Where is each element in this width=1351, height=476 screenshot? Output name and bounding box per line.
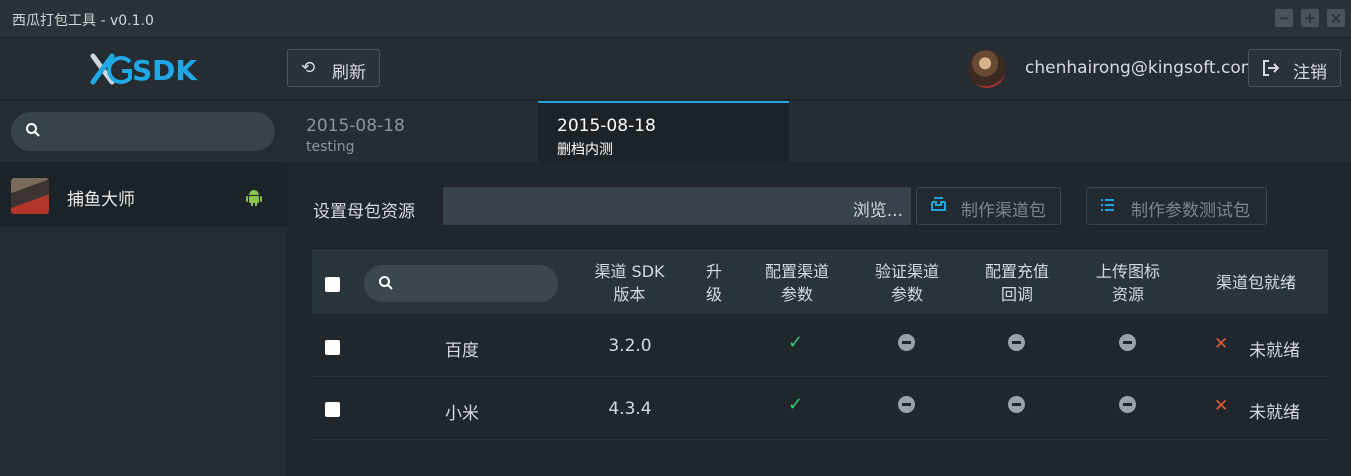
header-line: 级	[705, 285, 722, 304]
ready-status: 未就绪	[1249, 403, 1300, 423]
header-config-params: 配置渠道 参数	[752, 260, 842, 306]
make-param-test-package-button[interactable]: 制作参数测试包	[1086, 187, 1267, 225]
check-icon[interactable]: ✓	[788, 332, 803, 353]
sdk-version: 3.2.0	[608, 336, 652, 356]
list-icon	[1101, 197, 1115, 215]
header-line: 上传图标	[1095, 262, 1160, 281]
tab-subtitle: testing	[306, 139, 355, 155]
row-checkbox[interactable]	[325, 340, 340, 355]
header-line: 配置充值	[984, 262, 1049, 281]
x-icon: ✕	[1214, 334, 1229, 354]
ready-status: 未就绪	[1249, 341, 1300, 361]
browse-button[interactable]: 浏览...	[853, 196, 911, 221]
tab-subtitle: 删档内测	[557, 142, 613, 158]
search-icon	[379, 276, 393, 290]
tab-bar: 2015-08-18 testing 2015-08-18 删档内测	[287, 101, 1351, 162]
refresh-label: 刷新	[332, 63, 366, 83]
select-all-checkbox[interactable]	[325, 277, 340, 292]
set-source-label: 设置母包资源	[313, 202, 415, 222]
minus-circle-icon[interactable]	[1119, 334, 1136, 351]
main-panel: 设置母包资源 浏览... 制作渠道包 制作参数测试包 渠道 SDK 版本 升 级…	[287, 162, 1351, 476]
logout-button[interactable]: 注销	[1248, 49, 1341, 87]
sidebar: 捕鱼大师	[0, 101, 287, 476]
tab-delete-test[interactable]: 2015-08-18 删档内测	[538, 101, 789, 162]
channel-name: 百度	[445, 341, 479, 361]
header-line: 渠道 SDK	[594, 262, 665, 281]
close-icon[interactable]: ×	[1327, 9, 1345, 27]
tab-date: 2015-08-18	[306, 116, 405, 136]
header-line: 参数	[890, 285, 923, 304]
table-search-input[interactable]	[364, 265, 558, 302]
refresh-button[interactable]: ⟲ 刷新	[287, 49, 380, 87]
header-line: 参数	[780, 285, 813, 304]
minus-circle-icon[interactable]	[898, 396, 915, 413]
header-line: 回调	[1000, 285, 1033, 304]
header-line: 资源	[1111, 285, 1144, 304]
table-header: 渠道 SDK 版本 升 级 配置渠道 参数 验证渠道 参数 配置充值 回调 上传…	[312, 250, 1328, 314]
header-line: 版本	[613, 285, 646, 304]
minus-circle-icon[interactable]	[1008, 334, 1025, 351]
header-line: 验证渠道	[874, 262, 939, 281]
game-name: 捕鱼大师	[67, 190, 135, 210]
user-email: chenhairong@kingsoft.com	[1025, 58, 1258, 78]
sidebar-search-input[interactable]	[11, 112, 275, 151]
minus-circle-icon[interactable]	[1119, 396, 1136, 413]
sidebar-item-game[interactable]: 捕鱼大师	[0, 164, 287, 227]
header-line: 配置渠道	[764, 262, 829, 281]
user-avatar[interactable]	[968, 50, 1006, 88]
source-path-input[interactable]: 浏览...	[443, 187, 911, 225]
row-checkbox[interactable]	[325, 402, 340, 417]
xg-logo-icon	[90, 53, 132, 85]
maximize-icon[interactable]: +	[1301, 9, 1319, 27]
make-channel-package-button[interactable]: 制作渠道包	[916, 187, 1061, 225]
minus-circle-icon[interactable]	[898, 334, 915, 351]
android-icon	[246, 190, 262, 206]
header-verify-params: 验证渠道 参数	[862, 260, 952, 306]
minimize-icon[interactable]: −	[1275, 9, 1293, 27]
logout-icon	[1263, 58, 1280, 81]
header-upload-icon: 上传图标 资源	[1083, 260, 1173, 306]
refresh-icon: ⟲	[301, 58, 316, 78]
header-line: 升	[705, 262, 722, 281]
header-config-callback: 配置充值 回调	[972, 260, 1062, 306]
check-icon[interactable]: ✓	[788, 394, 803, 415]
tab-testing[interactable]: 2015-08-18 testing	[287, 101, 538, 162]
header-sdk-version: 渠道 SDK 版本	[582, 260, 677, 306]
minus-circle-icon[interactable]	[1008, 396, 1025, 413]
table-row[interactable]: 小米 4.3.4 ✓ ✕ 未就绪	[312, 377, 1328, 440]
header-upgrade: 升 级	[704, 260, 724, 306]
make-channel-label: 制作渠道包	[961, 201, 1046, 221]
logo-text: SDK	[132, 54, 198, 87]
window-title: 西瓜打包工具 - v0.1.0	[12, 13, 154, 29]
sdk-version: 4.3.4	[608, 399, 652, 419]
app-header: SDK ⟲ 刷新 chenhairong@kingsoft.com 注销	[0, 38, 1351, 100]
channel-name: 小米	[445, 404, 479, 424]
search-icon	[26, 123, 40, 137]
game-thumbnail	[11, 178, 49, 214]
package-icon	[931, 197, 946, 215]
table-row[interactable]: 百度 3.2.0 ✓ ✕ 未就绪	[312, 314, 1328, 377]
header-ready: 渠道包就绪	[1215, 273, 1296, 292]
xgsdk-logo: SDK	[90, 52, 200, 88]
logout-label: 注销	[1293, 63, 1327, 83]
make-param-test-label: 制作参数测试包	[1131, 201, 1250, 221]
x-icon: ✕	[1214, 396, 1229, 416]
tab-date: 2015-08-18	[557, 116, 656, 136]
title-bar: 西瓜打包工具 - v0.1.0 − + ×	[0, 0, 1351, 38]
